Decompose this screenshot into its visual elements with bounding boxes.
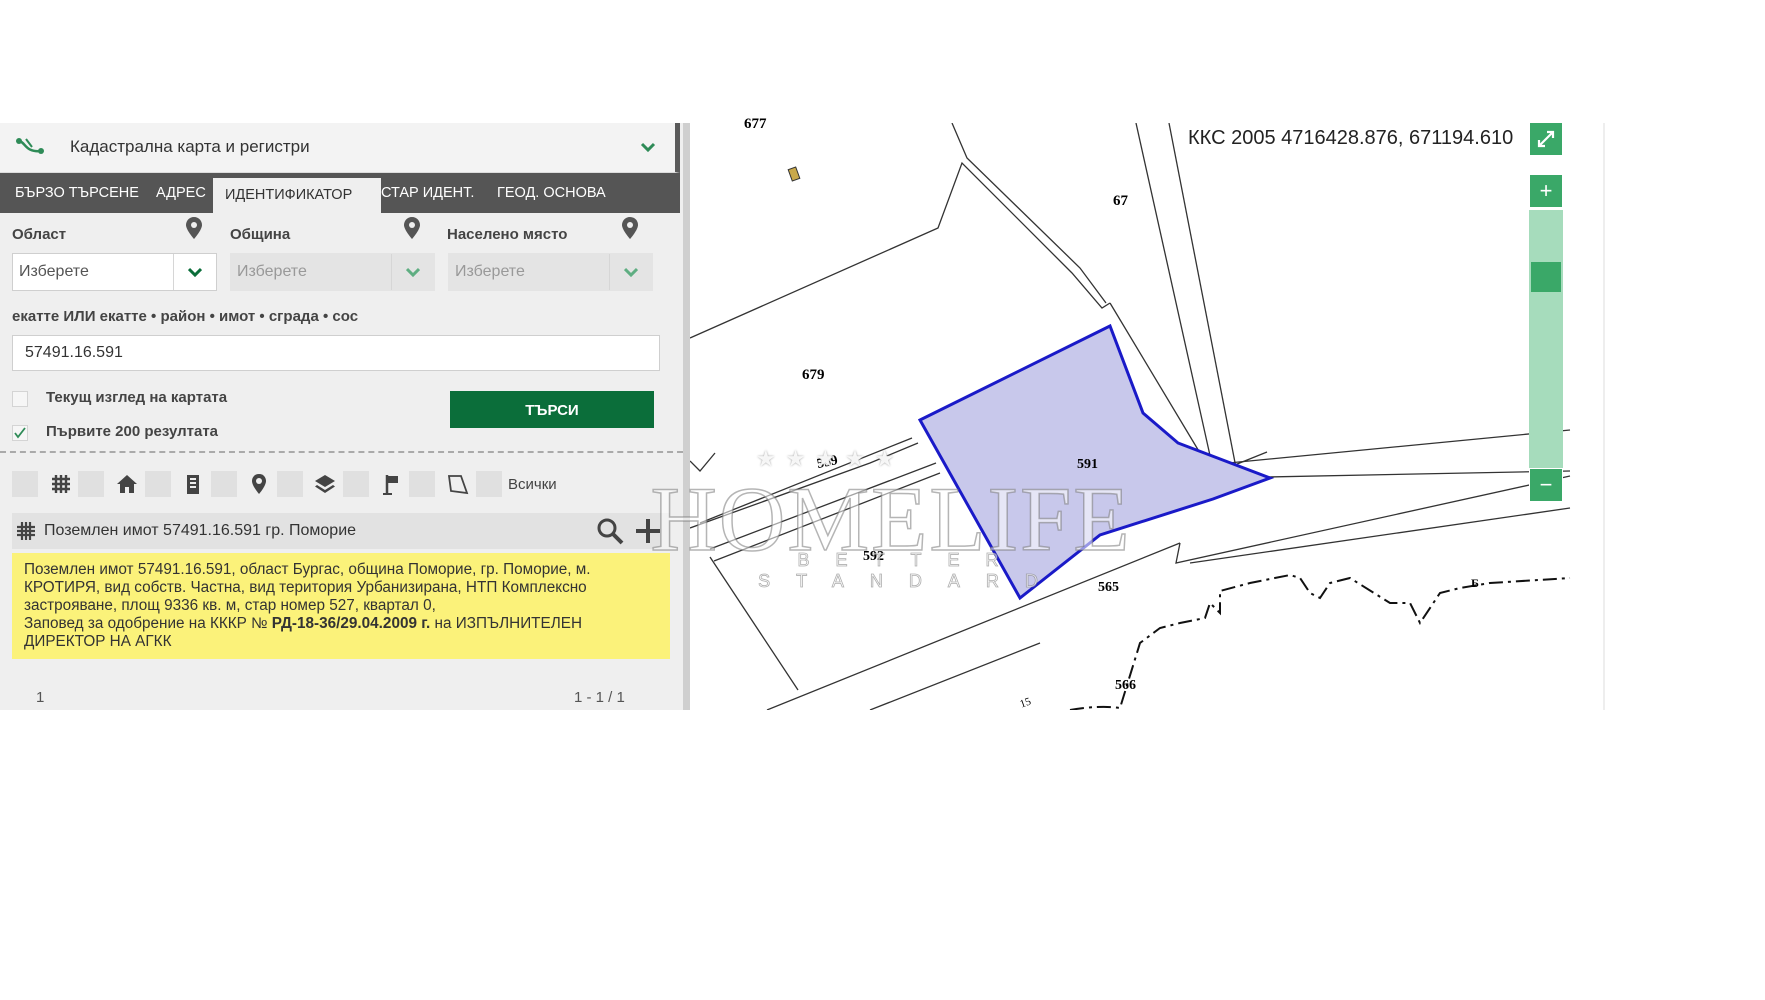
naseleno-select[interactable]: Изберете	[448, 253, 653, 291]
checkbox-first-200[interactable]	[12, 425, 28, 441]
first-200-label: Първите 200 резултата	[46, 423, 219, 440]
order-number: РД-18-36/29.04.2009 г.	[271, 615, 431, 632]
pager-range: 1 - 1 / 1	[574, 689, 625, 706]
filter-all-label[interactable]: Всички	[508, 476, 557, 493]
identifier-input[interactable]	[12, 335, 660, 371]
chevron-down-icon	[406, 267, 420, 278]
panel-splitter[interactable]	[683, 123, 690, 710]
filter-toggle[interactable]	[343, 471, 369, 497]
obshtina-label: Община	[230, 226, 291, 243]
info-line: Заповед за одобрение на КККР № РД-18-36/…	[24, 615, 658, 633]
filter-toggle[interactable]	[476, 471, 502, 497]
naseleno-placeholder: Изберете	[455, 263, 525, 280]
filter-toggle[interactable]	[145, 471, 171, 497]
naseleno-select-toggle[interactable]	[609, 254, 652, 290]
building-icon[interactable]	[182, 473, 204, 495]
filter-toggle[interactable]	[78, 471, 104, 497]
cadastral-map[interactable]	[690, 123, 1603, 710]
info-text: Заповед за одобрение на КККР №	[24, 615, 272, 632]
zoom-slider-thumb[interactable]	[1531, 262, 1561, 292]
home-icon[interactable]	[116, 473, 138, 495]
expand-icon	[1537, 130, 1555, 148]
layers-icon[interactable]	[314, 473, 336, 495]
fullscreen-button[interactable]	[1529, 122, 1563, 156]
panel-title: Кадастрална карта и регистри	[70, 137, 310, 156]
map-parcel-label: Б	[1471, 576, 1479, 590]
tab-quick-search[interactable]: БЪРЗО ТЪРСЕНЕ	[15, 173, 139, 213]
map-parcel-label: 591	[1077, 457, 1098, 472]
info-line: ДИРЕКТОР НА АГКК	[24, 633, 172, 650]
grid-icon	[17, 522, 35, 540]
zoom-slider-track[interactable]	[1529, 210, 1563, 470]
zoom-to-icon[interactable]	[596, 517, 624, 545]
pager-page[interactable]: 1	[36, 689, 44, 706]
obshtina-placeholder: Изберете	[237, 263, 307, 280]
result-header[interactable]: Поземлен имот 57491.16.591 гр. Поморие	[12, 513, 670, 549]
filter-toggle[interactable]	[409, 471, 435, 497]
map-canvas[interactable]	[690, 123, 1603, 710]
tab-geodetic-base[interactable]: ГЕОД. ОСНОВА	[497, 173, 606, 213]
panel-header[interactable]: Кадастрална карта и регистри	[0, 123, 680, 173]
map-parcel-label: 679	[802, 367, 825, 383]
result-title: Поземлен имот 57491.16.591 гр. Поморие	[44, 522, 357, 539]
tab-old-identifier[interactable]: СТАР ИДЕНТ.	[381, 173, 474, 213]
tab-identifier[interactable]: ИДЕНТИФИКАТОР	[213, 178, 381, 213]
map-parcel-label: 67	[1113, 193, 1128, 209]
info-text: на ИЗПЪЛНИТЕЛЕН	[430, 615, 583, 632]
info-line: КРОТИРЯ, вид собств. Частна, вид територ…	[24, 579, 587, 596]
building-marker[interactable]	[787, 166, 801, 182]
oblast-placeholder: Изберете	[19, 263, 89, 280]
obshtina-select[interactable]: Изберете	[230, 253, 435, 291]
filter-toggle[interactable]	[12, 471, 38, 497]
chevron-down-icon	[624, 267, 638, 278]
polygon-icon[interactable]	[447, 473, 469, 495]
identifier-label: екатте ИЛИ екатте • район • имот • сград…	[12, 308, 359, 325]
oblast-label: Област	[12, 226, 67, 243]
search-tabs: БЪРЗО ТЪРСЕНЕ АДРЕС ИДЕНТИФИКАТОР СТАР И…	[0, 173, 680, 213]
info-line: Поземлен имот 57491.16.591, област Бурга…	[24, 561, 591, 578]
search-button[interactable]: ТЪРСИ	[450, 391, 654, 428]
filter-toggle[interactable]	[211, 471, 237, 497]
zoom-in-button[interactable]: +	[1529, 174, 1563, 208]
grid-icon[interactable]	[50, 473, 72, 495]
filter-toggle[interactable]	[277, 471, 303, 497]
tab-address[interactable]: АДРЕС	[156, 173, 206, 213]
oblast-select-toggle[interactable]	[173, 254, 216, 290]
location-pin-icon[interactable]	[622, 217, 638, 239]
oblast-select[interactable]: Изберете	[12, 253, 217, 291]
add-icon[interactable]	[634, 517, 662, 545]
route-icon	[16, 138, 44, 154]
map-parcel-label: 592	[863, 549, 884, 564]
naseleno-label: Населено място	[447, 226, 568, 243]
chevron-down-icon	[188, 267, 202, 278]
chevron-down-icon[interactable]	[640, 139, 656, 155]
zoom-out-button[interactable]: −	[1529, 468, 1563, 502]
map-parcel-label: 565	[1098, 580, 1119, 595]
current-view-label: Текущ изглед на картата	[46, 389, 228, 406]
flag-icon[interactable]	[381, 473, 403, 495]
parcel-info: Поземлен имот 57491.16.591, област Бурга…	[12, 553, 670, 659]
obshtina-select-toggle[interactable]	[391, 254, 434, 290]
location-pin-icon[interactable]	[404, 217, 420, 239]
location-pin-icon[interactable]	[248, 473, 270, 495]
map-parcel-label: 677	[744, 116, 767, 132]
checkbox-current-view[interactable]	[12, 391, 28, 407]
search-panel: Кадастрална карта и регистри БЪРЗО ТЪРСЕ…	[0, 123, 683, 710]
section-divider	[0, 451, 683, 453]
info-line: застрояване, площ 9336 кв. м, стар номер…	[24, 597, 436, 614]
location-pin-icon[interactable]	[186, 217, 202, 239]
map-border	[1603, 123, 1605, 710]
coordinate-readout: ККС 2005 4716428.876, 671194.610	[1188, 127, 1514, 149]
map-parcel-label: 566	[1115, 678, 1136, 693]
